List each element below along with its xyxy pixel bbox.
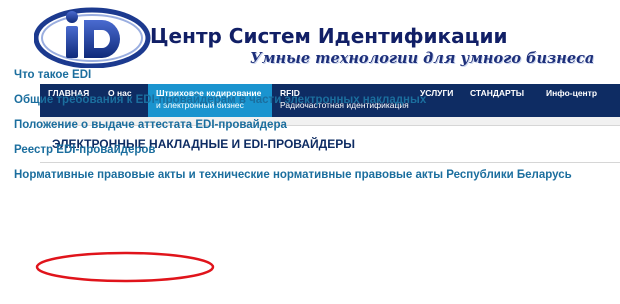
link-what-is-edi[interactable]: Что такое EDI bbox=[14, 68, 572, 93]
site-slogan: Умные технологии для умного бизнеса bbox=[250, 50, 595, 67]
link-certificate-regulation[interactable]: Положение о выдаче аттестата EDI-провайд… bbox=[14, 118, 572, 143]
link-edi-provider-registry[interactable]: Реестр EDI-провайдеров bbox=[14, 143, 572, 168]
site-title: Центр Систем Идентификации bbox=[150, 24, 508, 48]
link-general-requirements[interactable]: Общие требования к EDI-провайдерам в час… bbox=[14, 93, 572, 118]
link-list: Что такое EDI Общие требования к EDI-про… bbox=[14, 68, 572, 193]
logo-icon[interactable] bbox=[34, 6, 154, 68]
link-legal-acts[interactable]: Нормативные правовые акты и технические … bbox=[14, 168, 572, 193]
